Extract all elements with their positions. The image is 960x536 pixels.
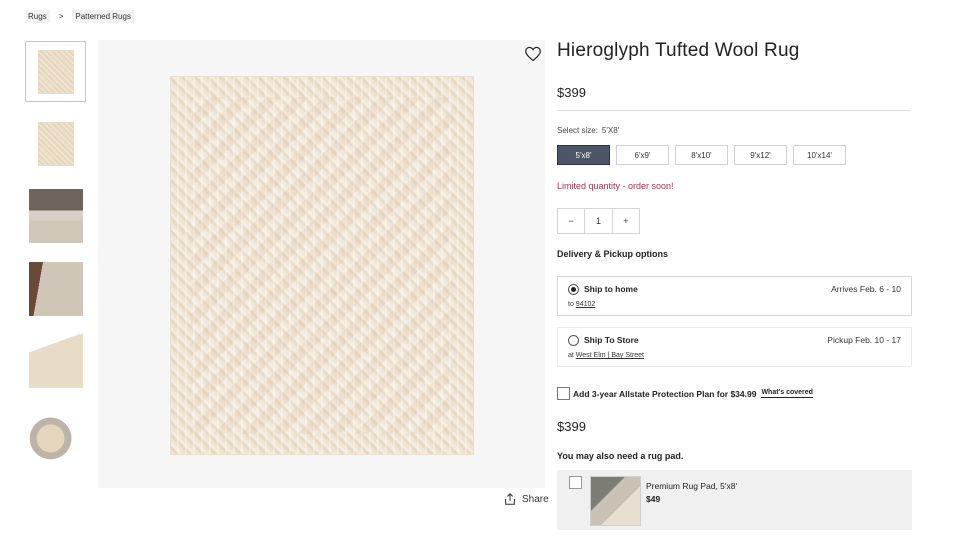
thumbnail-image (37, 121, 74, 166)
thumbnail-image (28, 477, 83, 488)
product-title: Hieroglyph Tufted Wool Rug (557, 40, 800, 61)
stock-message: Limited quantity - order soon! (557, 181, 674, 191)
product-price: $399 (557, 85, 586, 100)
store-link[interactable]: West Elm | Bay Street (576, 352, 644, 359)
protection-plan: Add 3-year Allstate Protection Plan for … (557, 387, 813, 400)
size-option-5x8[interactable]: 5'x8' (557, 145, 610, 165)
share-label: Share (522, 493, 549, 505)
ship-to-home-radio[interactable] (568, 284, 579, 295)
protection-plan-label: Add 3-year Allstate Protection Plan for … (573, 388, 757, 399)
breadcrumb: Rugs > Patterned Rugs (25, 9, 134, 24)
size-selector: 5'x8' 6'x9' 8'x10' 9'x12' 10'x14' (557, 145, 846, 165)
rug-pad-upsell: Premium Rug Pad, 5'x8' $49 (557, 470, 912, 530)
zip-code-link[interactable]: 94102 (576, 301, 595, 308)
breadcrumb-separator: > (58, 12, 64, 21)
thumbnail-rug-front[interactable] (25, 41, 86, 102)
delivery-heading: Delivery & Pickup options (557, 249, 669, 259)
option-subtext: to 94102 (568, 301, 595, 308)
share-button[interactable]: Share (503, 492, 549, 506)
total-price: $399 (557, 419, 586, 434)
rug-pad-image (590, 476, 641, 526)
ship-to-store-radio[interactable] (568, 335, 579, 346)
thumbnail-rug-front-small[interactable] (25, 113, 86, 174)
heart-icon[interactable] (524, 46, 542, 62)
thumbnail-strip (25, 40, 87, 488)
option-subtext: at West Elm | Bay Street (568, 352, 644, 359)
share-icon (505, 493, 515, 505)
thumbnail-image (28, 333, 83, 388)
main-product-image[interactable] (98, 40, 545, 488)
option-sub-prefix: to (568, 301, 574, 308)
rug-pad-price: $49 (646, 494, 661, 504)
size-option-9x12[interactable]: 9'x12' (734, 145, 787, 165)
thumbnail-rug-rolled[interactable] (25, 402, 86, 463)
thumbnail-image (28, 261, 83, 316)
thumbnail-rug-partial[interactable] (25, 474, 86, 488)
quantity-input[interactable]: 1 (584, 209, 613, 233)
rug-image (170, 76, 474, 455)
selected-size-value: 5'X8' (601, 126, 620, 135)
thumbnail-room-corner[interactable] (25, 258, 86, 319)
thumbnail-rug-corner-detail[interactable] (25, 330, 86, 391)
whats-covered-link[interactable]: What's covered (761, 389, 813, 398)
quantity-decrease-button[interactable]: − (558, 209, 584, 233)
option-sub-prefix: at (568, 352, 574, 359)
thumbnail-image (28, 188, 83, 243)
rug-pad-heading: You may also need a rug pad. (557, 451, 684, 461)
thumbnail-image (37, 49, 74, 94)
delivery-option-ship-to-home[interactable]: Ship to home Arrives Feb. 6 - 10 to 9410… (557, 276, 912, 316)
quantity-stepper: − 1 + (557, 208, 640, 234)
divider (557, 110, 911, 111)
thumbnail-living-room[interactable] (25, 185, 86, 246)
size-option-6x9[interactable]: 6'x9' (616, 145, 669, 165)
quantity-increase-button[interactable]: + (613, 209, 639, 233)
size-option-8x10[interactable]: 8'x10' (675, 145, 728, 165)
delivery-option-ship-to-store[interactable]: Ship To Store Pickup Feb. 10 - 17 at Wes… (557, 327, 912, 367)
option-arrival: Arrives Feb. 6 - 10 (831, 284, 901, 294)
option-pickup: Pickup Feb. 10 - 17 (827, 335, 901, 345)
size-option-10x14[interactable]: 10'x14' (793, 145, 846, 165)
option-title: Ship to home (584, 284, 638, 294)
breadcrumb-rugs[interactable]: Rugs (25, 10, 50, 23)
breadcrumb-patterned-rugs[interactable]: Patterned Rugs (72, 10, 134, 23)
thumbnail-image (28, 405, 83, 460)
rug-pad-checkbox[interactable] (569, 476, 582, 489)
size-label-text: Select size: (557, 126, 598, 135)
option-title: Ship To Store (584, 335, 639, 345)
rug-pad-name: Premium Rug Pad, 5'x8' (646, 481, 738, 491)
size-label: Select size: 5'X8' (557, 126, 619, 135)
protection-plan-checkbox[interactable] (557, 387, 570, 400)
